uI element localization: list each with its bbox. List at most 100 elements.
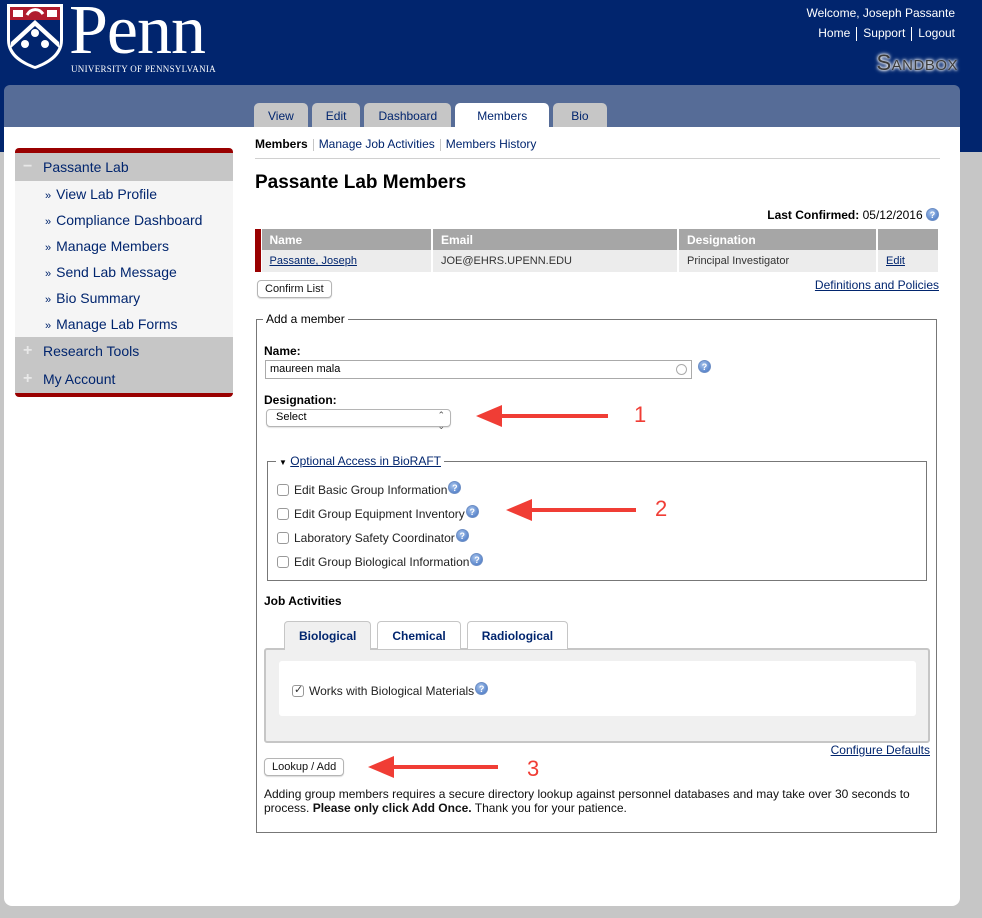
sidebar-item-label: Compliance Dashboard: [56, 212, 203, 228]
logout-link[interactable]: Logout: [918, 26, 955, 40]
tab-radiological[interactable]: Radiological: [466, 621, 569, 649]
disclosure-triangle-icon: ▼: [279, 458, 287, 467]
sidebar-item-label: Bio Summary: [56, 290, 141, 306]
sidebar-item-view-lab-profile[interactable]: » View Lab Profile: [15, 181, 233, 207]
note-text: Thank you for your patience.: [471, 801, 627, 815]
name-input[interactable]: maureen mala: [265, 360, 692, 379]
designation-select-value: Select: [276, 411, 307, 423]
user-box: Welcome, Joseph Passante Home Support Logo…: [806, 6, 955, 41]
subnav-members[interactable]: Members: [255, 137, 308, 151]
sandbox-badge: Sandbox: [876, 50, 958, 75]
logo-subtitle: University of Pennsylvania: [71, 64, 216, 74]
confirm-list-button[interactable]: Confirm List: [257, 280, 332, 298]
subnav-manage-job-activities[interactable]: Manage Job Activities: [319, 137, 435, 151]
checkbox[interactable]: [277, 484, 289, 496]
sidebar-item-manage-members[interactable]: » Manage Members: [15, 233, 233, 259]
penn-logo[interactable]: Penn University of Pennsylvania: [5, 0, 216, 74]
column-header-designation: Designation: [678, 229, 878, 250]
divider: [911, 26, 913, 41]
checkbox[interactable]: [277, 508, 289, 520]
sidebar-section-passante-lab[interactable]: − Passante Lab: [15, 153, 233, 181]
sidebar-section-my-account[interactable]: + My Account: [15, 365, 233, 393]
tab-edit[interactable]: Edit: [311, 103, 361, 127]
bullet-icon: »: [45, 294, 52, 306]
divider: [856, 26, 858, 41]
sidebar: − Passante Lab » View Lab Profile » Compli…: [15, 148, 233, 397]
help-icon[interactable]: ?: [698, 360, 711, 373]
sidebar-section-research-tools[interactable]: + Research Tools: [15, 337, 233, 365]
edit-member-link[interactable]: Edit: [886, 255, 905, 267]
penn-shield-icon: [7, 4, 63, 69]
tab-view[interactable]: View: [254, 103, 308, 127]
bullet-icon: »: [45, 190, 52, 202]
select-arrows-icon: ⌃ ⌄: [437, 410, 445, 431]
name-label: Name:: [264, 344, 301, 358]
help-icon[interactable]: ?: [926, 208, 939, 221]
help-icon[interactable]: ?: [448, 480, 462, 494]
loading-spinner-icon: [676, 364, 687, 375]
designation-select[interactable]: Select ⌃ ⌄: [266, 409, 451, 431]
optional-access-toggle[interactable]: Optional Access in BioRAFT: [290, 454, 441, 468]
bullet-icon: »: [45, 268, 52, 280]
checkbox[interactable]: [277, 532, 289, 544]
subnav-members-history[interactable]: Members History: [446, 137, 537, 151]
lookup-add-button[interactable]: Lookup / Add: [264, 758, 345, 776]
logo-wordmark: Penn: [69, 0, 206, 69]
annotation-arrow-2: [506, 499, 636, 521]
checkbox[interactable]: [277, 556, 289, 568]
name-input-value: maureen mala: [270, 363, 341, 375]
checkbox-label: Edit Basic Group Information: [294, 483, 448, 497]
tab-dashboard[interactable]: Dashboard: [364, 103, 452, 127]
tab-biological[interactable]: Biological: [284, 621, 372, 650]
expand-icon: +: [23, 370, 33, 387]
annotation-number-2: 2: [655, 496, 668, 521]
home-link[interactable]: Home: [818, 26, 850, 40]
member-designation: Principal Investigator: [678, 250, 878, 272]
checkbox-label: Edit Group Biological Information: [294, 555, 470, 569]
optional-access-legend[interactable]: ▼ Optional Access in BioRAFT: [276, 454, 444, 468]
help-icon[interactable]: ?: [475, 681, 489, 695]
job-activities-label: Job Activities: [264, 594, 342, 608]
option-lab-safety-coordinator: Laboratory Safety Coordinator ?: [277, 528, 469, 545]
definitions-policies-link[interactable]: Definitions and Policies: [815, 278, 939, 292]
table-header: Name Email Designation: [255, 229, 940, 250]
expand-icon: +: [23, 342, 33, 359]
add-member-note: Adding group members requires a secure d…: [264, 787, 934, 815]
annotation-number-1: 1: [634, 402, 647, 427]
sidebar-item-label: View Lab Profile: [56, 186, 158, 202]
divider: [312, 138, 314, 151]
bullet-icon: »: [45, 242, 52, 254]
member-name-link[interactable]: Passante, Joseph: [270, 255, 357, 267]
sidebar-item-label: Manage Members: [56, 238, 169, 254]
annotation-number-3: 3: [527, 756, 540, 781]
tab-members[interactable]: Members: [455, 103, 550, 127]
welcome-text: Welcome, Joseph Passante: [806, 6, 955, 20]
support-link[interactable]: Support: [863, 26, 905, 40]
job-activities-tabs: Biological Chemical Radiological: [284, 621, 574, 650]
sidebar-section-label: Research Tools: [43, 343, 140, 359]
checkbox-label: Edit Group Equipment Inventory: [294, 507, 465, 521]
last-confirmed-label: Last Confirmed:: [767, 208, 860, 222]
help-icon[interactable]: ?: [455, 528, 469, 542]
sidebar-item-send-lab-message[interactable]: » Send Lab Message: [15, 259, 233, 285]
option-edit-group-equipment: Edit Group Equipment Inventory ?: [277, 504, 479, 521]
checkbox-checked[interactable]: [292, 683, 304, 697]
members-table: Name Email Designation Passante, Joseph …: [255, 229, 940, 272]
configure-defaults-link[interactable]: Configure Defaults: [831, 743, 930, 757]
tab-bio[interactable]: Bio: [553, 103, 607, 127]
sidebar-item-label: Manage Lab Forms: [56, 316, 178, 332]
column-header-name: Name: [261, 229, 433, 250]
sidebar-item-bio-summary[interactable]: » Bio Summary: [15, 285, 233, 311]
option-edit-basic-group-info: Edit Basic Group Information ?: [277, 480, 462, 497]
help-icon[interactable]: ?: [470, 552, 484, 566]
option-works-with-biological: Works with Biological Materials ?: [292, 681, 489, 698]
designation-label: Designation:: [264, 393, 337, 407]
note-emphasis: Please only click Add Once.: [312, 801, 472, 815]
column-header-action: [877, 229, 940, 250]
sidebar-item-compliance-dashboard[interactable]: » Compliance Dashboard: [15, 207, 233, 233]
sidebar-item-manage-lab-forms[interactable]: » Manage Lab Forms: [15, 311, 233, 337]
last-confirmed: Last Confirmed: 05/12/2016 ?: [767, 208, 939, 222]
option-edit-group-biological: Edit Group Biological Information ?: [277, 552, 484, 569]
help-icon[interactable]: ?: [465, 504, 479, 518]
tab-chemical[interactable]: Chemical: [377, 621, 461, 649]
